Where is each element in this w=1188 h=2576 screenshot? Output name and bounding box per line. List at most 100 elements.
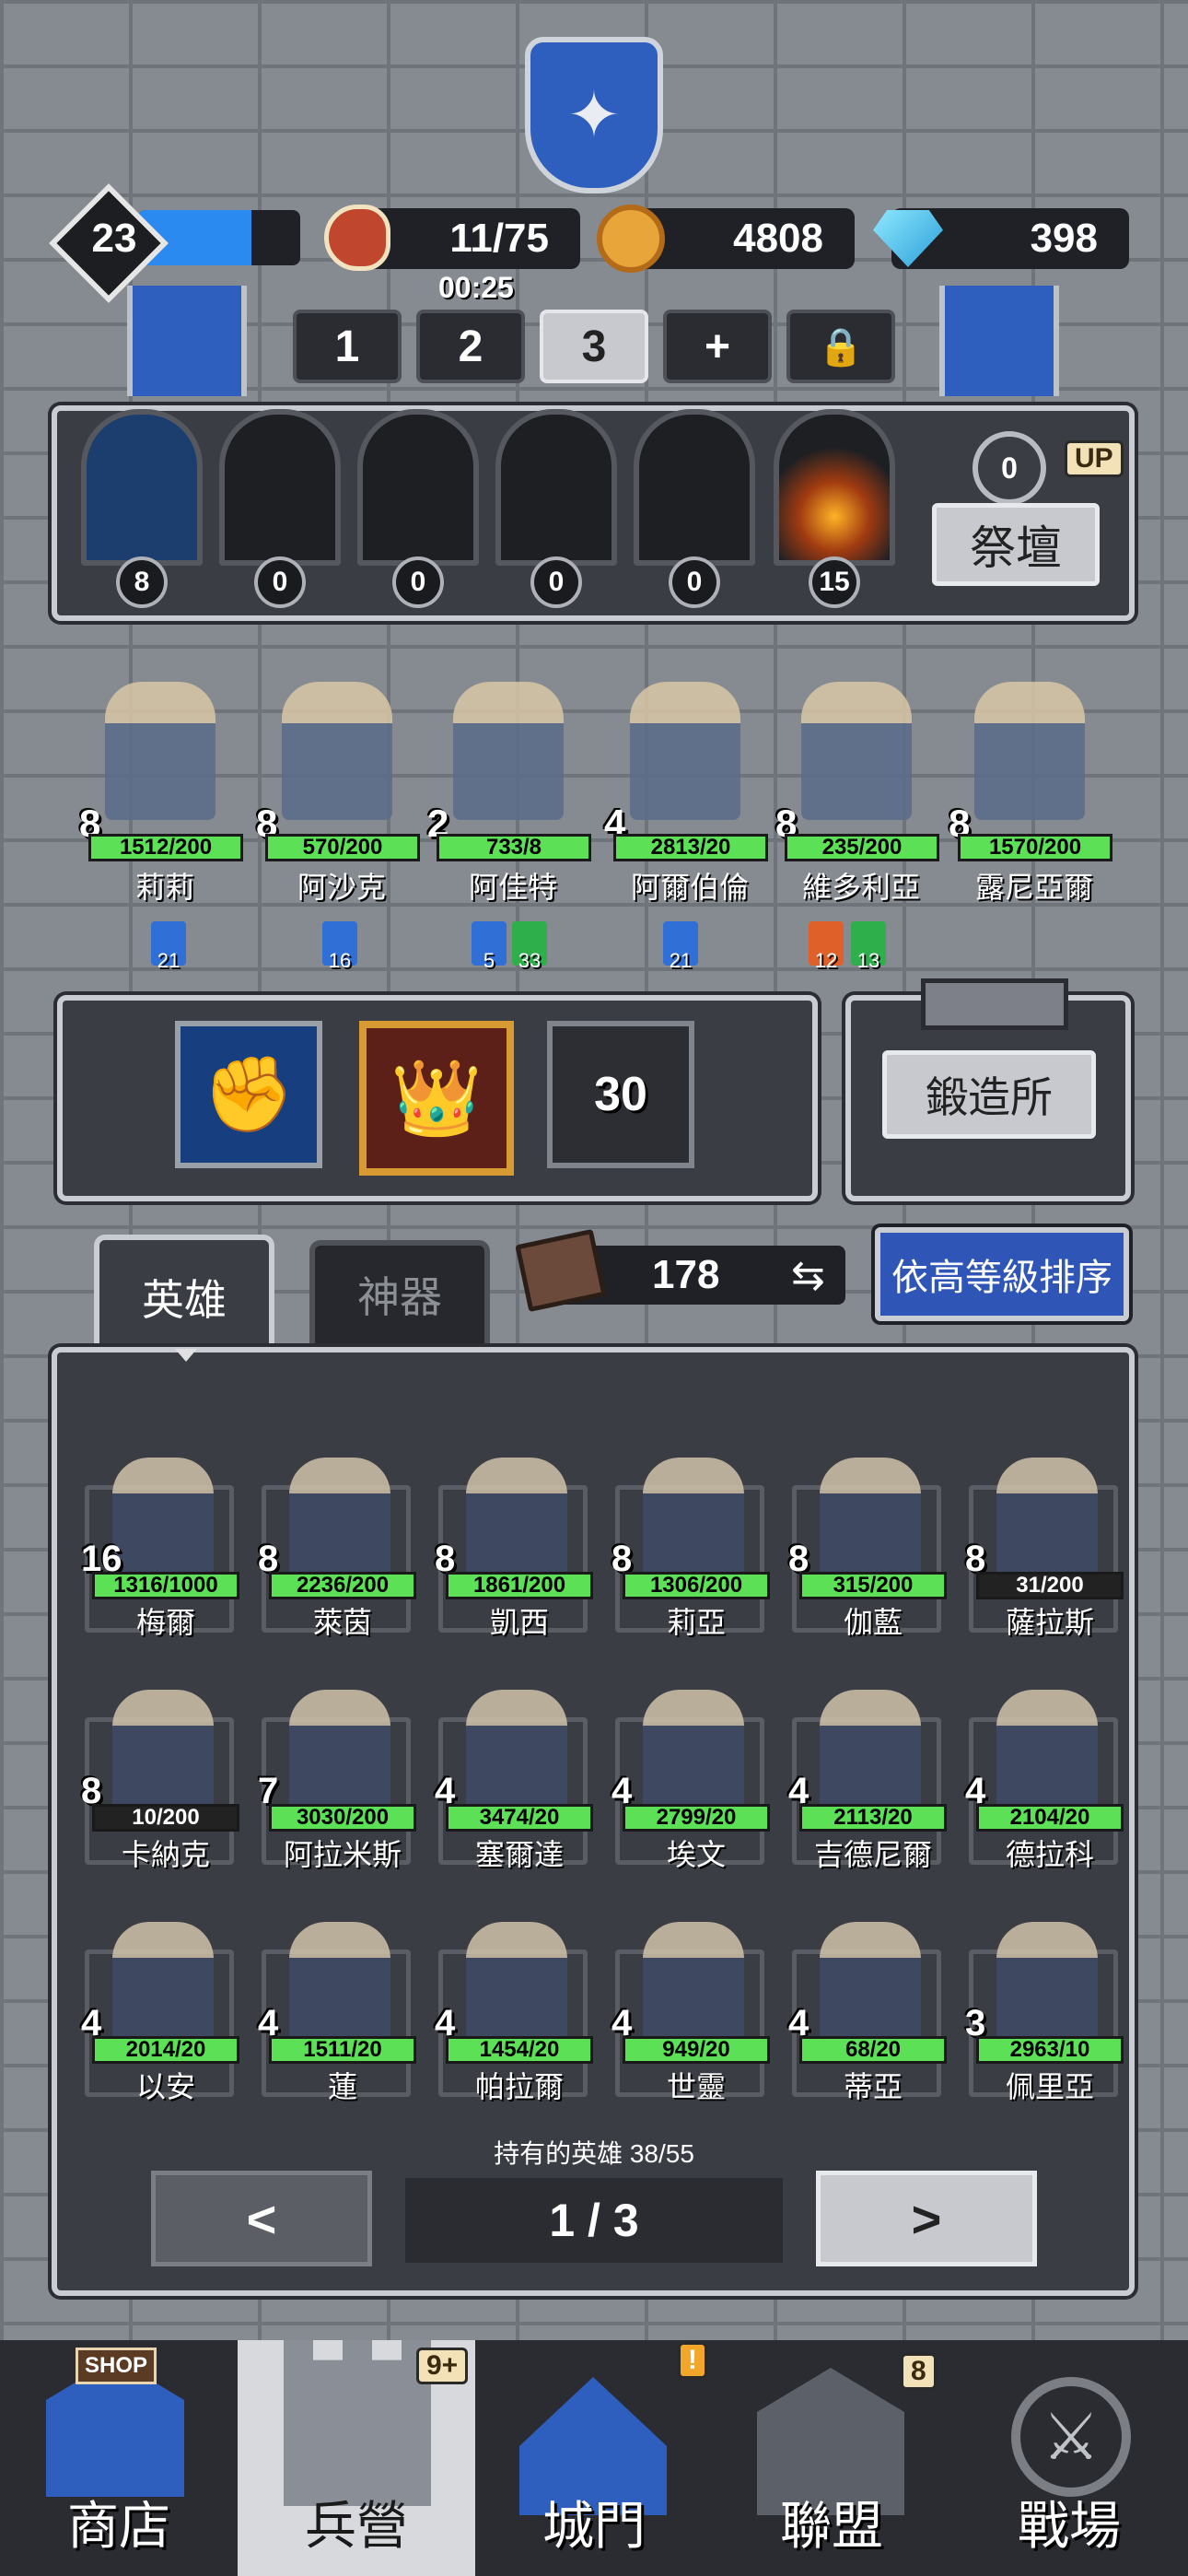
shrine-statue-icon [634, 409, 755, 566]
element-badge: 12 [809, 921, 844, 972]
shrine-statue-icon [219, 409, 341, 566]
shrine-5[interactable]: 0 [634, 409, 755, 608]
prev-page-button[interactable]: < [151, 2171, 372, 2266]
hero-portrait-icon [466, 1922, 567, 2042]
hero-name: 吉德尼爾 [813, 1838, 932, 1871]
shrine-statue-icon [357, 409, 479, 566]
team-hero-slot[interactable]: 8 235/200 維多利亞 [775, 682, 947, 921]
hero-card[interactable]: 4 2104/20 德拉科 [958, 1662, 1129, 1883]
hero-card[interactable]: 7 3030/200 阿拉米斯 [250, 1662, 422, 1883]
hero-card[interactable]: 4 949/20 世靈 [604, 1894, 775, 2115]
hero-card[interactable]: 4 68/20 蒂亞 [781, 1894, 952, 2115]
hero-portrait-icon [643, 1922, 744, 2042]
hero-card[interactable]: 8 1306/200 莉亞 [604, 1430, 775, 1651]
hero-card[interactable]: 8 1861/200 凱西 [427, 1430, 599, 1651]
element-badge-value: 21 [157, 949, 181, 972]
forge-button[interactable]: 鍛造所 [882, 1050, 1096, 1139]
hero-portrait-icon [289, 1690, 390, 1809]
hero-portrait-icon [820, 1690, 921, 1809]
hero-xp: 10/200 [92, 1804, 239, 1832]
tab-artifacts-label: 神器 [357, 1273, 442, 1321]
tab-artifacts[interactable]: 神器 [309, 1240, 490, 1343]
team-hero-slot[interactable]: 4 2813/20 阿爾伯倫 [604, 682, 775, 921]
hero-card[interactable]: 4 2799/20 埃文 [604, 1662, 775, 1883]
team-hero-slot[interactable]: 8 570/200 阿沙克 [256, 682, 427, 921]
next-page-button[interactable]: > [816, 2171, 1037, 2266]
player-level: 23 [91, 216, 137, 261]
hero-xp: 1511/20 [269, 2036, 416, 2064]
shrine-6[interactable]: 15 [774, 409, 895, 608]
team-tab-add[interactable]: + [663, 310, 772, 383]
team-tab-label: + [704, 322, 731, 371]
hero-name: 梅爾 [135, 1606, 195, 1639]
hero-name: 卡納克 [121, 1838, 210, 1871]
hero-card[interactable]: 4 1511/20 蓮 [250, 1894, 422, 2115]
nav-battlefield[interactable]: ⚔ 戰場 [950, 2340, 1188, 2576]
team-tab-2[interactable]: 2 [416, 310, 525, 383]
hero-name: 阿佳特 [468, 871, 557, 904]
altar-button-label: 祭壇 [970, 522, 1062, 574]
shrine-1[interactable]: 8 [81, 409, 203, 608]
team-tab-locked[interactable]: 🔒 [786, 310, 895, 383]
hero-card[interactable]: 8 315/200 伽藍 [781, 1430, 952, 1651]
sort-button[interactable]: 依高等級排序 [875, 1227, 1129, 1321]
nav-shop[interactable]: SHOP 商店 [0, 2340, 238, 2576]
hero-name: 維多利亞 [801, 871, 920, 904]
gold-coin-icon [597, 205, 665, 273]
hero-portrait-icon [466, 1690, 567, 1809]
team-hero-slot[interactable]: 8 1512/200 莉莉 [79, 682, 250, 921]
hero-card[interactable]: 4 2014/20 以安 [74, 1894, 245, 2115]
tab-heroes[interactable]: 英雄 [94, 1235, 274, 1354]
shrine-2[interactable]: 0 [219, 409, 341, 608]
swap-icon[interactable]: ⇆ [791, 1252, 825, 1299]
hero-name: 萊茵 [312, 1606, 372, 1639]
hero-card[interactable]: 3 2963/10 佩里亞 [958, 1894, 1129, 2115]
hero-xp: 1570/200 [958, 834, 1112, 861]
team-hero-slot[interactable]: 8 1570/200 露尼亞爾 [949, 682, 1120, 921]
hero-card[interactable]: 8 10/200 卡納克 [74, 1662, 245, 1883]
nav-alliance[interactable]: 8 聯盟 [713, 2340, 950, 2576]
hero-name: 莉莉 [134, 871, 194, 904]
team-tab-label: 3 [581, 322, 607, 371]
hero-xp: 2113/20 [799, 1804, 947, 1832]
hero-portrait-icon [630, 682, 740, 820]
locked-skill-slot[interactable]: 30 [547, 1021, 694, 1168]
locked-skill-level: 30 [594, 1068, 647, 1121]
hero-portrait-icon [282, 682, 392, 820]
food-value: 11/75 [449, 216, 549, 261]
element-badge-value: 13 [856, 949, 880, 972]
hero-name: 世靈 [666, 2070, 726, 2103]
altar-up-badge: UP [1065, 440, 1124, 477]
crown-skill-icon[interactable]: 👑 [359, 1021, 514, 1176]
hero-card[interactable]: 8 31/200 薩拉斯 [958, 1430, 1129, 1651]
forge-button-label: 鍛造所 [926, 1073, 1053, 1121]
shrine-count: 8 [116, 556, 168, 608]
team-tab-3[interactable]: 3 [540, 310, 648, 383]
team-tab-1[interactable]: 1 [293, 310, 402, 383]
hero-xp: 1306/200 [623, 1572, 770, 1599]
barracks-tower-icon [284, 2340, 431, 2506]
shrine-3[interactable]: 0 [357, 409, 479, 608]
hero-card[interactable]: 4 2113/20 吉德尼爾 [781, 1662, 952, 1883]
hero-xp: 733/8 [437, 834, 591, 861]
shrine-count: 0 [530, 556, 582, 608]
hero-name: 以安 [135, 2070, 195, 2103]
hero-card[interactable]: 4 3474/20 塞爾達 [427, 1662, 599, 1883]
nav-gate[interactable]: ! 城門 [475, 2340, 713, 2576]
hero-name: 阿拉米斯 [283, 1838, 402, 1871]
team-hero-slot[interactable]: 2 733/8 阿佳特 [427, 682, 599, 921]
hero-card[interactable]: 16 1316/1000 梅爾 [74, 1430, 245, 1651]
team-tab-label: 2 [458, 322, 483, 371]
nav-barracks[interactable]: 9+ 兵營 [238, 2340, 475, 2576]
gold-value: 4808 [733, 216, 823, 261]
tab-pointer-icon [175, 1349, 197, 1362]
shrine-4[interactable]: 0 [495, 409, 617, 608]
meat-icon [324, 205, 390, 271]
hero-portrait-icon [996, 1690, 1098, 1809]
hero-card[interactable]: 8 2236/200 萊茵 [250, 1430, 422, 1651]
altar-button[interactable]: 祭壇 [932, 503, 1100, 586]
fist-skill-icon[interactable]: ✊ [175, 1021, 322, 1168]
hero-portrait-icon [289, 1922, 390, 2042]
hero-card[interactable]: 4 1454/20 帕拉爾 [427, 1894, 599, 2115]
hero-xp: 235/200 [785, 834, 939, 861]
